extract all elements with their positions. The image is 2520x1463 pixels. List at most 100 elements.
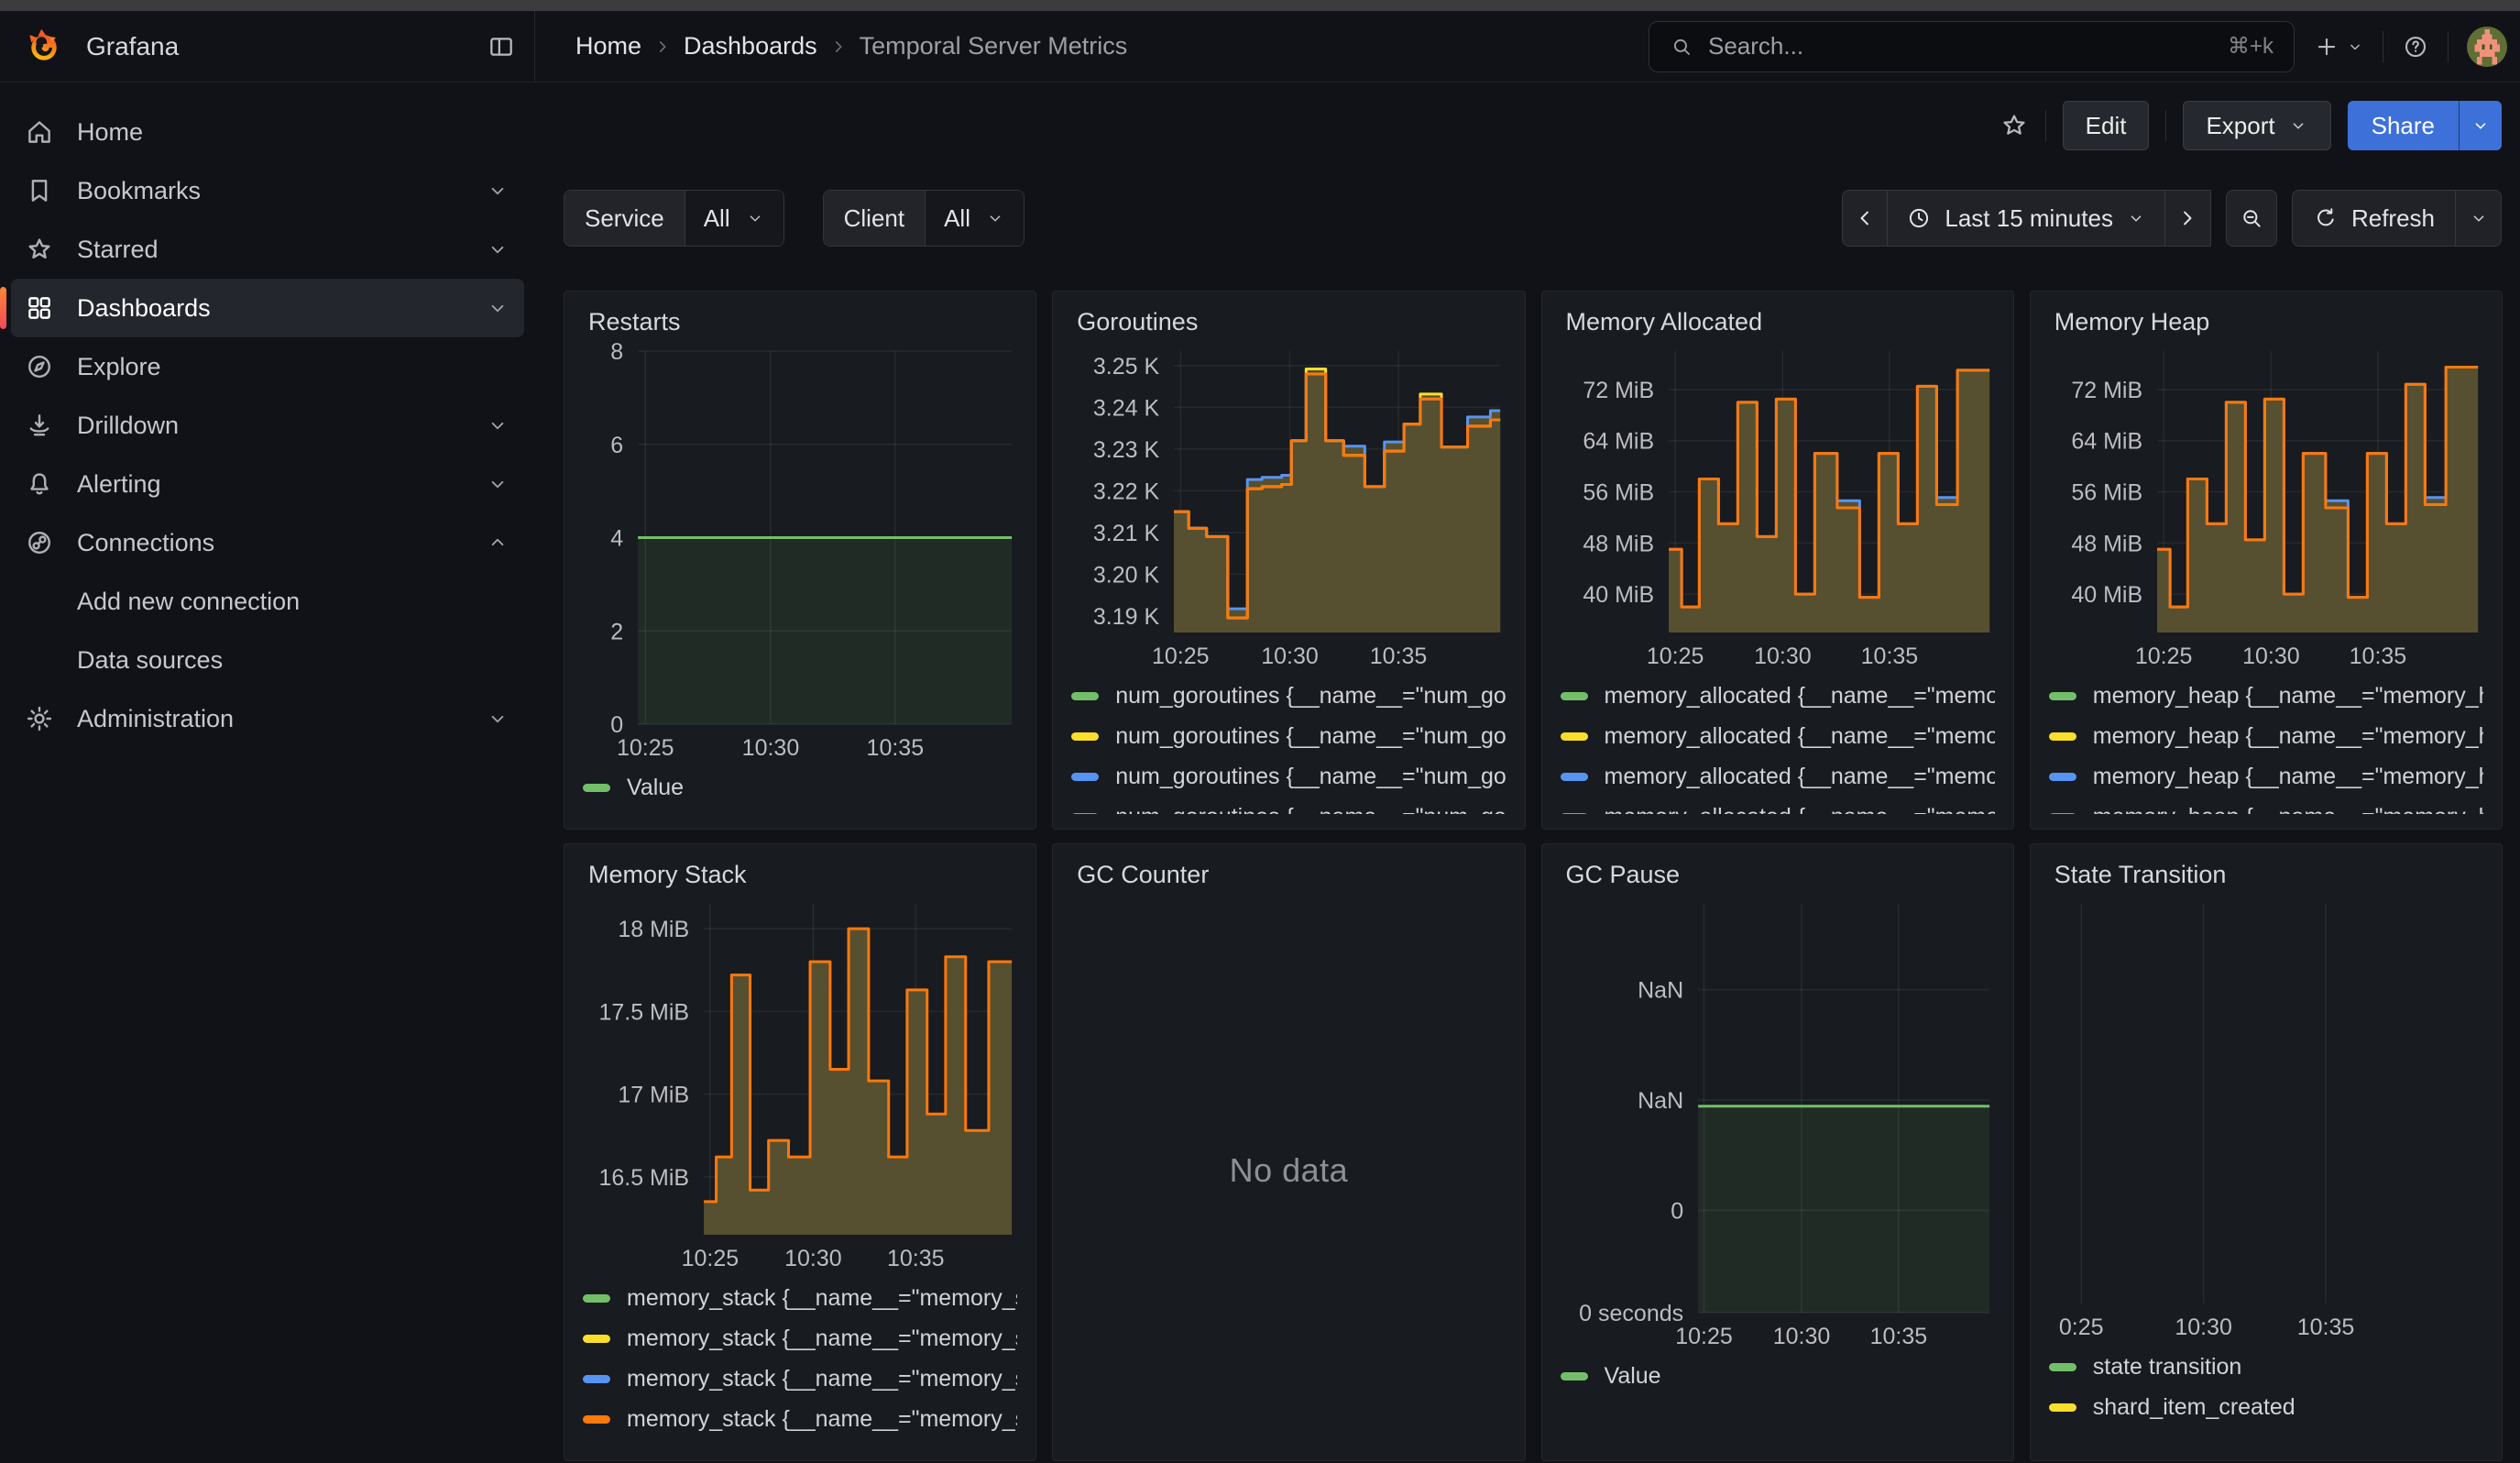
legend-swatch xyxy=(1071,692,1099,700)
compass-icon xyxy=(24,351,55,382)
legend-item[interactable]: memory_heap {__name__="memory_heap" xyxy=(2049,682,2483,710)
export-label: Export xyxy=(2206,112,2274,140)
search-input[interactable]: Search... ⌘+k xyxy=(1649,21,2295,72)
plus-icon xyxy=(2313,33,2340,60)
nav-right-cluster: Search... ⌘+k xyxy=(1649,21,2507,72)
grafana-logo-icon[interactable] xyxy=(24,27,64,67)
share-dropdown-button[interactable] xyxy=(2459,101,2502,150)
chart-canvas[interactable]: 40 MiB48 MiB56 MiB64 MiB72 MiB10:2510:30… xyxy=(2049,342,2483,673)
svg-text:10:30: 10:30 xyxy=(1261,644,1319,669)
help-button[interactable] xyxy=(2402,33,2429,60)
legend-item[interactable]: memory_stack {__name__="memory_stack" xyxy=(583,1405,1017,1433)
legend-label: num_goroutines {__name__="num_goroutines… xyxy=(1115,683,1506,710)
panel-title[interactable]: GC Counter xyxy=(1077,861,1506,889)
time-shift-forward-button[interactable] xyxy=(2165,190,2211,247)
legend-item[interactable]: memory_allocated {__name__="memory_alloc… xyxy=(1561,722,1995,750)
star-icon[interactable] xyxy=(2000,111,2029,140)
breadcrumb-dashboards[interactable]: Dashboards xyxy=(684,32,817,60)
svg-text:0:25: 0:25 xyxy=(2059,1314,2104,1340)
panel-title[interactable]: GC Pause xyxy=(1566,861,1995,889)
legend-item[interactable]: num_goroutines {__name__="num_goroutines… xyxy=(1071,803,1506,814)
refresh-interval-dropdown[interactable] xyxy=(2456,190,2502,247)
sidebar-item-administration[interactable]: Administration xyxy=(11,689,524,748)
legend-item[interactable]: num_goroutines {__name__="num_goroutines… xyxy=(1071,722,1506,750)
dashboard-toolbar: Edit Export Share xyxy=(2000,99,2502,152)
breadcrumb: Home Dashboards Temporal Server Metrics xyxy=(575,32,1127,60)
legend-item[interactable]: memory_allocated {__name__="memory_alloc… xyxy=(1561,763,1995,790)
legend-label: num_goroutines {__name__="num_goroutines… xyxy=(1115,764,1506,790)
share-button[interactable]: Share xyxy=(2348,101,2459,150)
panel-title[interactable]: Memory Allocated xyxy=(1566,308,1995,336)
legend-item[interactable]: num_goroutines {__name__="num_goroutines… xyxy=(1071,682,1506,710)
svg-text:48 MiB: 48 MiB xyxy=(2071,531,2142,556)
breadcrumb-home[interactable]: Home xyxy=(575,32,641,60)
svg-text:NaN: NaN xyxy=(1638,1088,1683,1114)
chevron-right-icon xyxy=(2175,205,2200,231)
chart-canvas[interactable]: 0246810:2510:3010:35 xyxy=(583,342,1017,764)
svg-text:3.23 K: 3.23 K xyxy=(1093,437,1160,463)
export-button[interactable]: Export xyxy=(2183,101,2330,150)
panel-title[interactable]: Memory Heap xyxy=(2054,308,2483,336)
legend-item[interactable]: memory_allocated {__name__="memory_alloc… xyxy=(1561,682,1995,710)
chart-canvas[interactable]: 40 MiB48 MiB56 MiB64 MiB72 MiB10:2510:30… xyxy=(1561,342,1995,673)
svg-text:17 MiB: 17 MiB xyxy=(618,1083,689,1108)
time-shift-back-button[interactable] xyxy=(1842,190,1888,247)
client-value-dropdown[interactable]: All xyxy=(926,191,1024,246)
sidebar-item-home[interactable]: Home xyxy=(11,103,524,161)
legend-item[interactable]: memory_stack {__name__="memory_stack" xyxy=(583,1325,1017,1352)
chevron-down-icon xyxy=(486,296,509,320)
edit-button[interactable]: Edit xyxy=(2063,101,2150,150)
legend-item[interactable]: memory_stack {__name__="memory_stack" xyxy=(583,1284,1017,1312)
sidebar-item-dashboards[interactable]: Dashboards xyxy=(11,279,524,337)
sidebar-item-connections[interactable]: Connections xyxy=(11,513,524,572)
panel-memory-heap: Memory Heap 40 MiB48 MiB56 MiB64 MiB72 Mi… xyxy=(2030,291,2503,830)
legend-label: Value xyxy=(627,775,684,801)
legend-item[interactable]: memory_allocated {__name__="memory_alloc… xyxy=(1561,803,1995,814)
sidebar-item-add-new-connection[interactable]: Add new connection xyxy=(11,572,524,631)
legend-item[interactable]: memory_heap {__name__="memory_heap" xyxy=(2049,763,2483,790)
legend-item[interactable]: num_goroutines {__name__="num_goroutines… xyxy=(1071,763,1506,790)
legend-swatch xyxy=(2049,692,2076,700)
svg-text:10:30: 10:30 xyxy=(2242,644,2300,669)
legend-item[interactable]: memory_heap {__name__="memory_heap" xyxy=(2049,722,2483,750)
chart-canvas[interactable]: 0:2510:3010:35 xyxy=(2049,895,2483,1344)
time-range-picker[interactable]: Last 15 minutes xyxy=(1888,190,2165,247)
legend-label: num_goroutines {__name__="num_goroutines… xyxy=(1115,804,1506,815)
sidebar-item-data-sources[interactable]: Data sources xyxy=(11,631,524,689)
panel-title[interactable]: Goroutines xyxy=(1077,308,1506,336)
split-panes-icon[interactable] xyxy=(487,32,516,61)
sidebar-item-drilldown[interactable]: Drilldown xyxy=(11,396,524,455)
refresh-button[interactable]: Refresh xyxy=(2292,190,2456,247)
legend-item[interactable]: Value xyxy=(1561,1362,1995,1390)
svg-text:10:30: 10:30 xyxy=(784,1246,842,1271)
sidebar-item-starred[interactable]: Starred xyxy=(11,220,524,279)
help-icon xyxy=(2402,33,2429,60)
svg-text:0: 0 xyxy=(610,712,623,738)
chevron-down-icon xyxy=(486,472,509,496)
chevron-up-icon xyxy=(486,531,509,555)
legend-item[interactable]: memory_stack {__name__="memory_stack" xyxy=(583,1365,1017,1392)
panel-title[interactable]: State Transition xyxy=(2054,861,2483,889)
user-avatar[interactable] xyxy=(2467,27,2507,67)
legend-label: memory_heap {__name__="memory_heap" xyxy=(2093,764,2483,790)
zoom-out-button[interactable] xyxy=(2226,190,2277,247)
nav-main-section: Home Dashboards Temporal Server Metrics … xyxy=(535,11,2520,82)
legend-item[interactable]: shard_item_created xyxy=(2049,1393,2483,1421)
chart-canvas[interactable]: 3.19 K3.20 K3.21 K3.22 K3.23 K3.24 K3.25… xyxy=(1071,342,1506,673)
legend-item[interactable]: state transition xyxy=(2049,1353,2483,1380)
divider xyxy=(2448,31,2449,62)
chart-canvas[interactable]: 0 seconds0NaNNaN10:2510:3010:35 xyxy=(1561,895,1995,1353)
sidebar-item-alerting[interactable]: Alerting xyxy=(11,455,524,513)
sidebar-item-bookmarks[interactable]: Bookmarks xyxy=(11,161,524,220)
panel-title[interactable]: Memory Stack xyxy=(588,861,1017,889)
chart-canvas[interactable]: 16.5 MiB17 MiB17.5 MiB18 MiB10:2510:3010… xyxy=(583,895,1017,1275)
panel-legend: state transition shard_item_created xyxy=(2049,1353,2483,1434)
service-value-dropdown[interactable]: All xyxy=(685,191,783,246)
divider xyxy=(2165,110,2166,141)
add-new-button[interactable] xyxy=(2313,33,2364,60)
sidebar-item-explore[interactable]: Explore xyxy=(11,337,524,396)
panel-title[interactable]: Restarts xyxy=(588,308,1017,336)
legend-item[interactable]: Value xyxy=(583,774,1017,801)
legend-item[interactable]: memory_heap {__name__="memory_heap" xyxy=(2049,803,2483,814)
legend-swatch xyxy=(2049,1363,2076,1371)
